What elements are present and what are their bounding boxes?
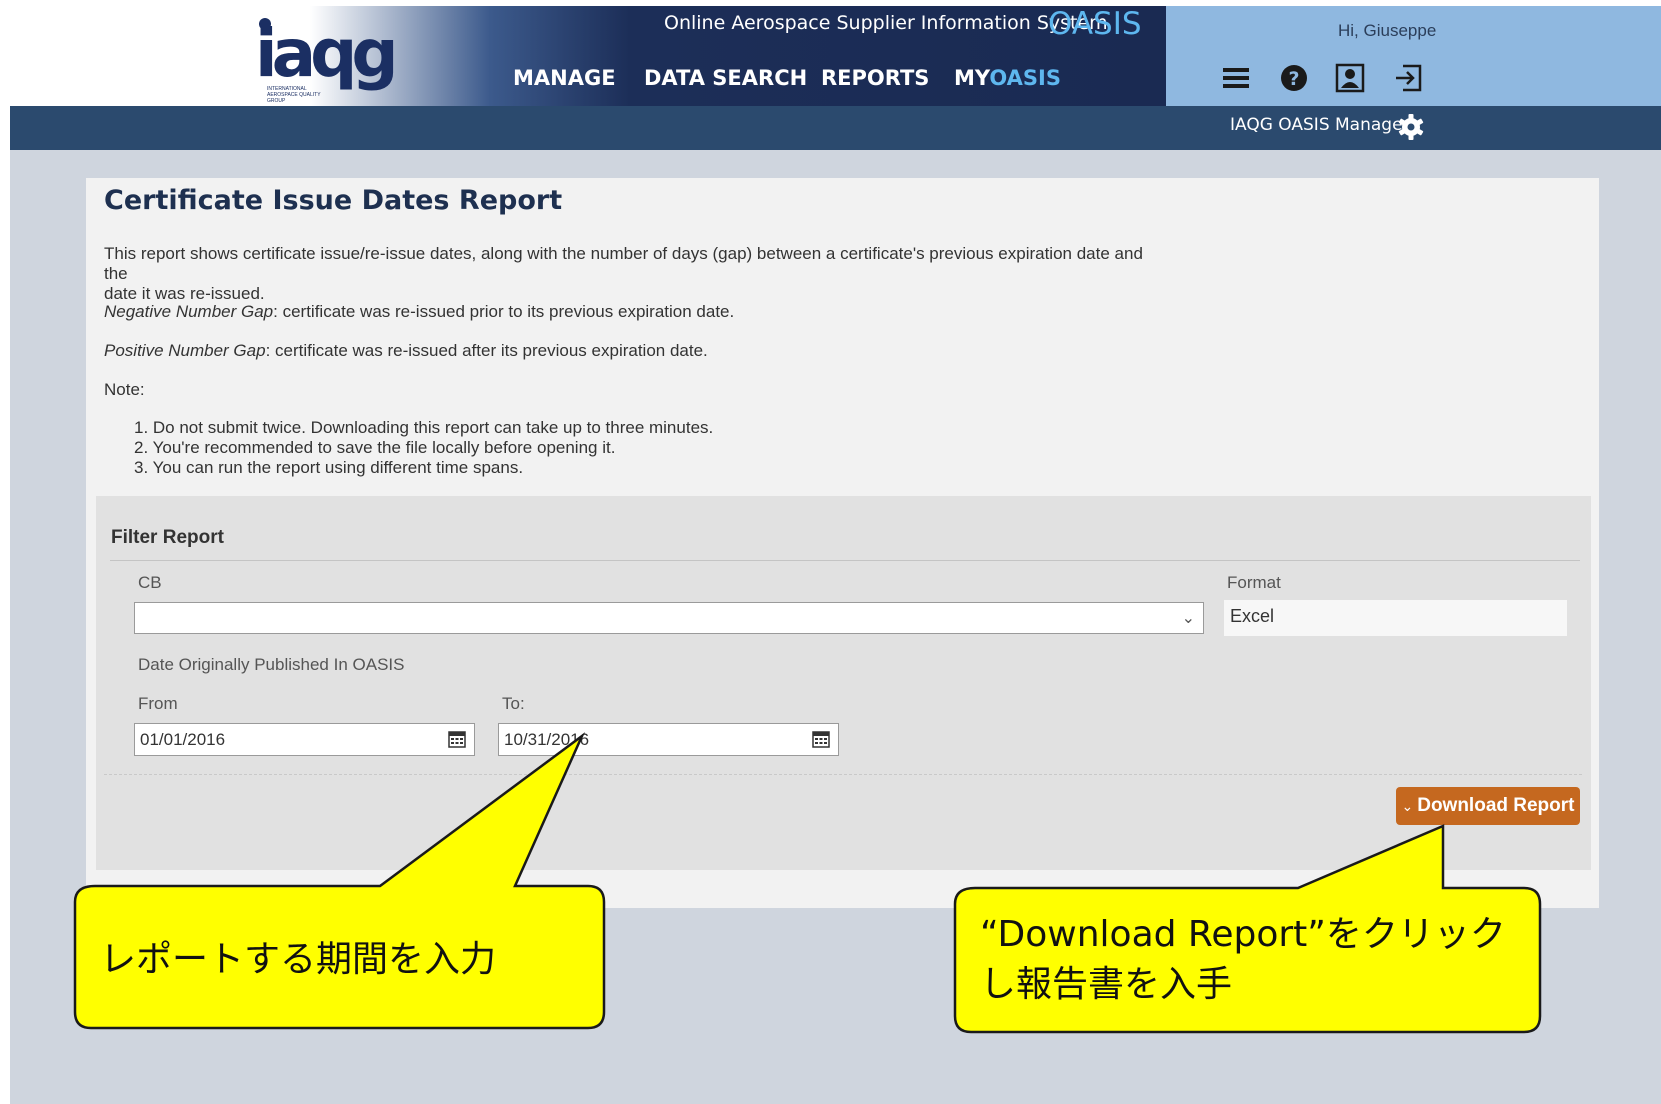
- nav-manage[interactable]: MANAGE: [513, 66, 616, 90]
- system-brand: OASIS: [1048, 6, 1142, 42]
- gear-icon[interactable]: [1397, 113, 1425, 141]
- list-item: 2. You're recommended to save the file l…: [134, 438, 616, 457]
- nav-my-prefix: MY: [954, 66, 990, 90]
- to-date-input[interactable]: 10/31/2016: [498, 723, 839, 756]
- help-icon[interactable]: ?: [1278, 62, 1310, 94]
- iaqg-logo[interactable]: iaqg INTERNATIONAL AEROSPACE QUALITY GRO…: [255, 15, 399, 104]
- system-title: Online Aerospace Supplier Information Sy…: [664, 12, 1108, 34]
- profile-icon[interactable]: [1334, 62, 1366, 94]
- negative-gap-note: Negative Number Gap: certificate was re-…: [104, 302, 734, 322]
- to-label: To:: [502, 694, 525, 713]
- cb-select[interactable]: ⌄: [134, 602, 1204, 634]
- list-item: 3. You can run the report using differen…: [134, 458, 524, 477]
- report-description: This report shows certificate issue/re-i…: [104, 244, 1154, 304]
- nav-data-search[interactable]: DATA SEARCH: [644, 66, 807, 90]
- menu-icon[interactable]: [1220, 62, 1252, 94]
- user-greeting: Hi, Giuseppe: [1338, 21, 1437, 40]
- logo-text: iaqg: [255, 15, 399, 92]
- filter-panel: [96, 496, 1591, 870]
- note-list: 1. Do not submit twice. Downloading this…: [134, 418, 713, 478]
- callout-right-line-1: “Download Report”をクリック: [980, 914, 1506, 955]
- note-label: Note:: [104, 380, 145, 399]
- filter-title: Filter Report: [111, 527, 224, 548]
- to-date-value: 10/31/2016: [504, 730, 590, 749]
- nav-reports[interactable]: REPORTS: [821, 66, 929, 90]
- download-report-label: Download Report: [1417, 795, 1575, 816]
- from-label: From: [138, 694, 178, 713]
- description-line-2: date it was re-issued.: [104, 284, 265, 303]
- filter-footer-divider: [104, 774, 1582, 775]
- page-title: Certificate Issue Dates Report: [104, 185, 563, 216]
- from-date-input[interactable]: 01/01/2016: [134, 723, 475, 756]
- format-label: Format: [1227, 573, 1281, 592]
- callout-right-line-2: し報告書を入手: [980, 964, 1233, 1005]
- description-line-1: This report shows certificate issue/re-i…: [104, 244, 1143, 283]
- positive-gap-note: Positive Number Gap: certificate was re-…: [104, 341, 708, 361]
- positive-gap-text: : certificate was re-issued after its pr…: [265, 341, 708, 360]
- positive-gap-term: Positive Number Gap: [104, 341, 266, 360]
- logo-subtext: INTERNATIONAL AEROSPACE QUALITY GROUP: [267, 86, 321, 104]
- negative-gap-term: Negative Number Gap: [104, 302, 274, 321]
- callout-right-text: “Download Report”をクリック し報告書を入手: [980, 910, 1506, 1010]
- from-date-value: 01/01/2016: [140, 730, 226, 749]
- date-section-label: Date Originally Published In OASIS: [138, 655, 405, 674]
- format-field[interactable]: Excel: [1224, 600, 1567, 636]
- svg-text:?: ?: [1288, 68, 1299, 90]
- chevron-down-icon: ⌄: [1401, 797, 1414, 814]
- logout-icon[interactable]: [1393, 62, 1425, 94]
- calendar-icon[interactable]: [812, 731, 830, 748]
- cb-label: CB: [138, 573, 162, 592]
- calendar-icon[interactable]: [448, 731, 466, 748]
- list-item: 1. Do not submit twice. Downloading this…: [134, 418, 714, 437]
- negative-gap-text: : certificate was re-issued prior to its…: [273, 302, 735, 321]
- filter-divider: [110, 560, 1580, 561]
- download-report-button[interactable]: ⌄ Download Report: [1396, 787, 1580, 825]
- callout-left-text: レポートする期間を入力: [100, 939, 497, 980]
- nav-my-oasis[interactable]: MYOASIS: [954, 66, 1061, 90]
- manager-label: IAQG OASIS Manager: [1230, 115, 1410, 135]
- nav-oasis-accent: OASIS: [989, 66, 1061, 90]
- chevron-down-icon: ⌄: [1181, 610, 1195, 627]
